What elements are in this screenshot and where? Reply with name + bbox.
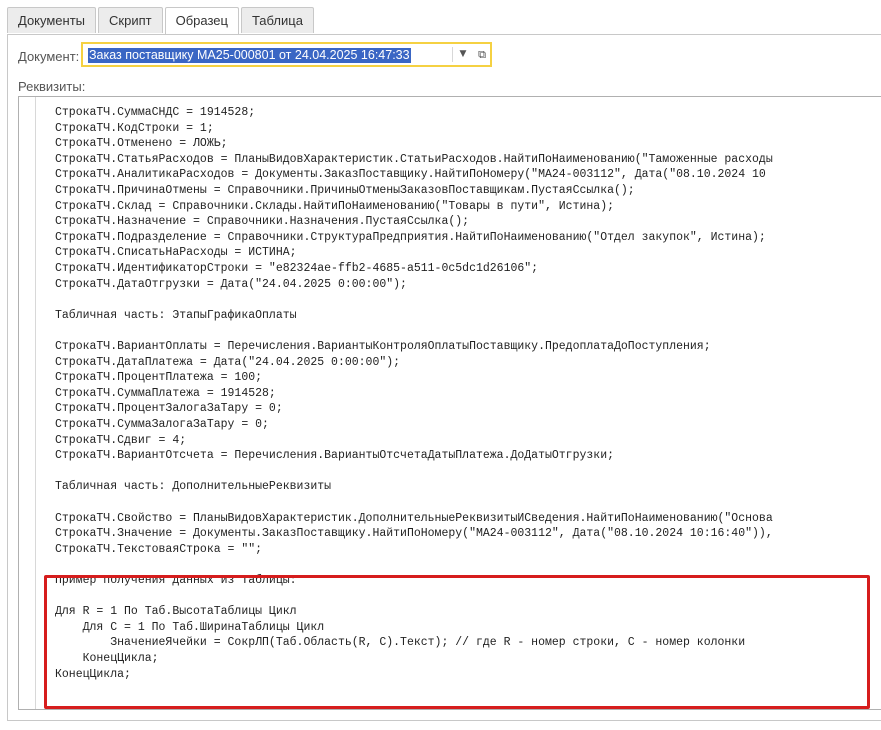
code-line: СтрокаТЧ.Назначение = Справочники.Назнач… <box>55 215 470 229</box>
code-line: СтрокаТЧ.АналитикаРасходов = Документы.З… <box>55 168 766 182</box>
code-line: СтрокаТЧ.ПричинаОтмены = Справочники.При… <box>55 184 635 197</box>
code-line: Табличная часть: ДополнительныеРеквизиты <box>55 480 332 494</box>
gutter-divider <box>35 97 36 709</box>
code-line: СтрокаТЧ.ДатаОтгрузки = Дата("24.04.2025… <box>55 277 407 291</box>
code-line: СтрокаТЧ.Свойство = ПланыВидовХарактерис… <box>55 511 773 525</box>
pane-border <box>7 34 8 720</box>
code-line: СтрокаТЧ.ИдентификаторСтроки = "e82324ae… <box>55 262 539 275</box>
code-line: СтрокаТЧ.ТекстоваяСтрока = ""; <box>55 542 263 556</box>
field-separator <box>452 47 453 62</box>
code-line: СтрокаТЧ.ПроцентЗалогаЗаТару = 0; <box>55 402 283 416</box>
example-highlight-box <box>44 575 870 709</box>
open-external-icon[interactable]: ⧉ <box>475 47 489 62</box>
code-line: СтрокаТЧ.Подразделение = Справочники.Стр… <box>55 230 766 244</box>
document-label: Документ: <box>18 49 80 64</box>
code-line: СтрокаТЧ.СписатьНаРасходы = ИСТИНА; <box>55 246 297 260</box>
tab-sample[interactable]: Образец <box>164 7 239 35</box>
code-line: СтрокаТЧ.Значение = Документы.ЗаказПоста… <box>55 527 773 541</box>
document-value[interactable]: Заказ поставщику МА25-000801 от 24.04.20… <box>88 48 411 63</box>
code-line: СтрокаТЧ.ПроцентПлатежа = 100; <box>55 371 263 385</box>
code-line: СтрокаТЧ.Склад = Справочники.Склады.Найт… <box>55 199 614 213</box>
chevron-down-icon[interactable]: ▼ <box>456 47 470 62</box>
code-line: СтрокаТЧ.Сдвиг = 4; <box>55 433 187 447</box>
tab-script[interactable]: Скрипт <box>98 7 163 33</box>
code-line: Табличная часть: ЭтапыГрафикаОплаты <box>55 308 297 322</box>
tab-divider <box>7 34 881 35</box>
code-line: СтрокаТЧ.СтатьяРасходов = ПланыВидовХара… <box>55 152 773 166</box>
code-line: СтрокаТЧ.СуммаЗалогаЗаТару = 0; <box>55 418 269 431</box>
code-line: СтрокаТЧ.КодСтроки = 1; <box>55 121 214 135</box>
requisites-label: Реквизиты: <box>18 79 86 94</box>
code-line: СтрокаТЧ.Отменено = ЛОЖЬ; <box>55 137 228 151</box>
tab-table[interactable]: Таблица <box>240 7 314 33</box>
code-line: СтрокаТЧ.СуммаСНДС = 1914528; <box>55 106 256 119</box>
code-line: СтрокаТЧ.ВариантОтсчета = Перечисления.В… <box>55 449 614 463</box>
code-line: СтрокаТЧ.СуммаПлатежа = 1914528; <box>55 386 276 400</box>
code-line: СтрокаТЧ.ДатаПлатежа = Дата("24.04.2025 … <box>55 355 401 369</box>
tab-bar: Документы Скрипт Образец Таблица <box>7 7 316 35</box>
code-line: СтрокаТЧ.ВариантОплаты = Перечисления.Ва… <box>55 340 711 353</box>
document-select-field[interactable]: Заказ поставщику МА25-000801 от 24.04.20… <box>81 42 492 67</box>
tab-documents[interactable]: Документы <box>7 7 97 33</box>
pane-border-bottom <box>7 720 881 721</box>
